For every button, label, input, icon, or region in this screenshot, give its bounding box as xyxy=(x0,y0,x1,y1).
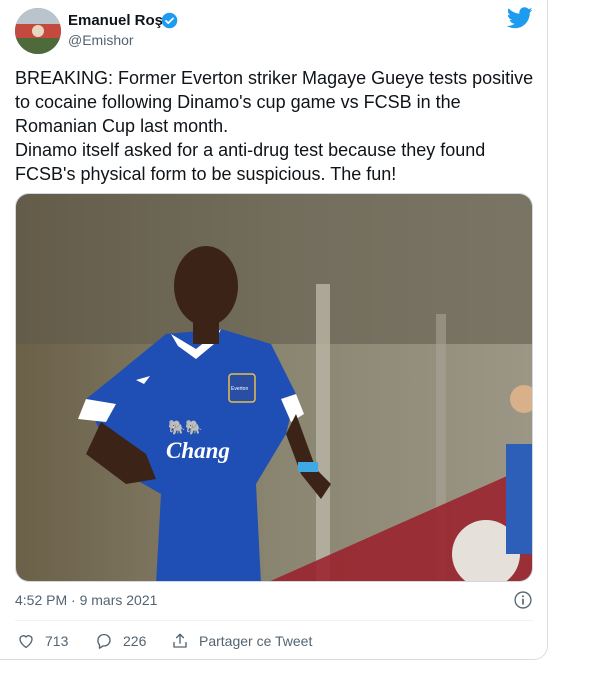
reply-count: 226 xyxy=(123,633,147,649)
like-count: 713 xyxy=(45,633,69,649)
tweet-timestamp[interactable]: 4:52 PM · 9 mars 2021 xyxy=(15,592,157,608)
svg-text:🐘🐘: 🐘🐘 xyxy=(168,419,203,436)
share-button[interactable]: Partager ce Tweet xyxy=(171,631,312,651)
divider xyxy=(15,620,533,621)
twitter-bird-icon[interactable] xyxy=(507,7,533,29)
avatar[interactable] xyxy=(15,8,61,54)
author-handle[interactable]: @Emishor xyxy=(68,32,134,48)
tweet-photo[interactable]: 🐘🐘 Chang Everton xyxy=(15,193,533,582)
tweet-card: Emanuel Roşu @Emishor BREAKING: Former E… xyxy=(0,0,548,660)
share-label: Partager ce Tweet xyxy=(199,633,313,649)
like-button[interactable]: 713 xyxy=(17,631,68,651)
badge-text: Everton xyxy=(231,386,248,392)
verified-badge-icon xyxy=(161,12,178,29)
author-name[interactable]: Emanuel Roşu xyxy=(68,12,172,29)
shirt-sponsor-text: Chang xyxy=(166,438,230,463)
heart-icon xyxy=(19,635,33,649)
reply-button[interactable]: 226 xyxy=(95,631,146,651)
reply-icon xyxy=(97,633,111,649)
share-icon xyxy=(173,633,187,648)
info-icon[interactable] xyxy=(513,590,533,610)
tweet-text: BREAKING: Former Everton striker Magaye … xyxy=(15,68,534,184)
